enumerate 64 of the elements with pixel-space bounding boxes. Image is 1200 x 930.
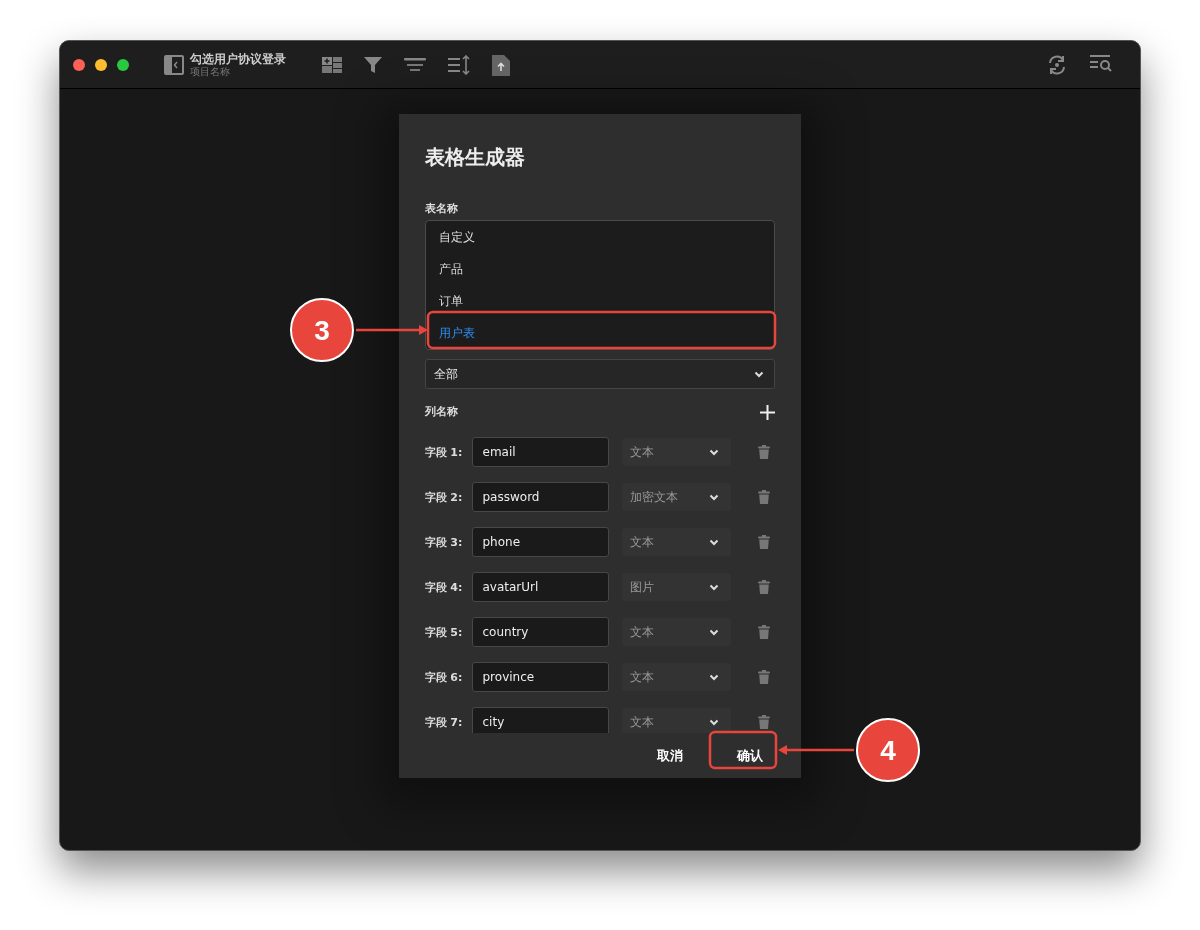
refresh-icon[interactable]: [1046, 53, 1068, 76]
trash-icon[interactable]: [757, 490, 770, 504]
menu-item[interactable]: 订单: [425, 285, 774, 317]
chevron-icon: [708, 718, 719, 726]
type-select[interactable]: 文本: [621, 438, 731, 466]
add-icon[interactable]: [759, 404, 775, 420]
field-label: 字段 2:: [424, 489, 464, 505]
trash-icon[interactable]: [757, 625, 770, 639]
type-select[interactable]: 图片: [621, 573, 731, 601]
type-select[interactable]: 文本: [621, 528, 731, 556]
zoom-button[interactable]: [117, 58, 129, 71]
input-field[interactable]: country: [471, 617, 609, 647]
menu-item[interactable]: 自定义: [425, 221, 774, 253]
type-select[interactable]: 文本: [621, 663, 731, 691]
input-field[interactable]: province: [471, 662, 609, 692]
select-field[interactable]: 全部: [424, 359, 775, 389]
project-subtitle: 项目名称: [190, 66, 231, 77]
trash-icon[interactable]: [757, 670, 770, 684]
confirm-button[interactable]: 确认: [724, 738, 775, 773]
input-field[interactable]: email: [471, 437, 609, 467]
sidebar-toggle-icon[interactable]: [164, 54, 184, 75]
dialog-title: 表格生成器: [424, 144, 525, 170]
section-label: 列名称: [424, 404, 458, 420]
lines-icon[interactable]: [404, 56, 426, 73]
cancel-button[interactable]: 取消: [644, 738, 695, 773]
trash-icon[interactable]: [757, 580, 770, 594]
close-button[interactable]: [73, 58, 85, 71]
input-field[interactable]: avatarUrl: [471, 572, 609, 602]
input-field[interactable]: password: [471, 482, 609, 512]
chevron-icon: [708, 583, 719, 591]
menu-item[interactable]: 产品: [425, 253, 774, 285]
type-select[interactable]: 加密文本: [621, 483, 731, 511]
trash-icon[interactable]: [757, 445, 770, 459]
menu-item[interactable]: 用户表: [425, 317, 774, 349]
step-badge: 3: [290, 298, 354, 362]
field-label: 字段 6:: [424, 669, 464, 685]
chevron-icon: [708, 448, 719, 456]
trash-icon[interactable]: [757, 715, 770, 729]
add-table-icon[interactable]: [322, 54, 342, 75]
chevron-icon: [753, 370, 764, 378]
chevron-icon: [708, 628, 719, 636]
chevron-icon: [708, 493, 719, 501]
field-label: 字段 1:: [424, 444, 464, 460]
input-field[interactable]: phone: [471, 527, 609, 557]
field-label: 字段 3:: [424, 534, 464, 550]
search-list-icon[interactable]: [1090, 53, 1112, 72]
type-select[interactable]: 文本: [621, 708, 731, 733]
filter-icon[interactable]: [364, 54, 382, 75]
field-label: 字段 7:: [424, 714, 464, 730]
highlight-frame: [708, 730, 778, 770]
field-label: 表名称: [424, 201, 458, 217]
file-upload-icon[interactable]: [492, 53, 510, 76]
field-label: 字段 4:: [424, 579, 464, 595]
minimize-button[interactable]: [95, 58, 107, 71]
type-select[interactable]: 文本: [621, 618, 731, 646]
sort-icon[interactable]: [448, 54, 470, 75]
trash-icon[interactable]: [757, 535, 770, 549]
chevron-icon: [708, 673, 719, 681]
callout-arrow: [356, 325, 428, 335]
project-title: 勾选用户协议登录: [190, 52, 286, 66]
chevron-icon: [708, 538, 719, 546]
field-label: 字段 5:: [424, 624, 464, 640]
input-field[interactable]: city: [471, 707, 609, 733]
step-badge: 4: [856, 718, 920, 782]
